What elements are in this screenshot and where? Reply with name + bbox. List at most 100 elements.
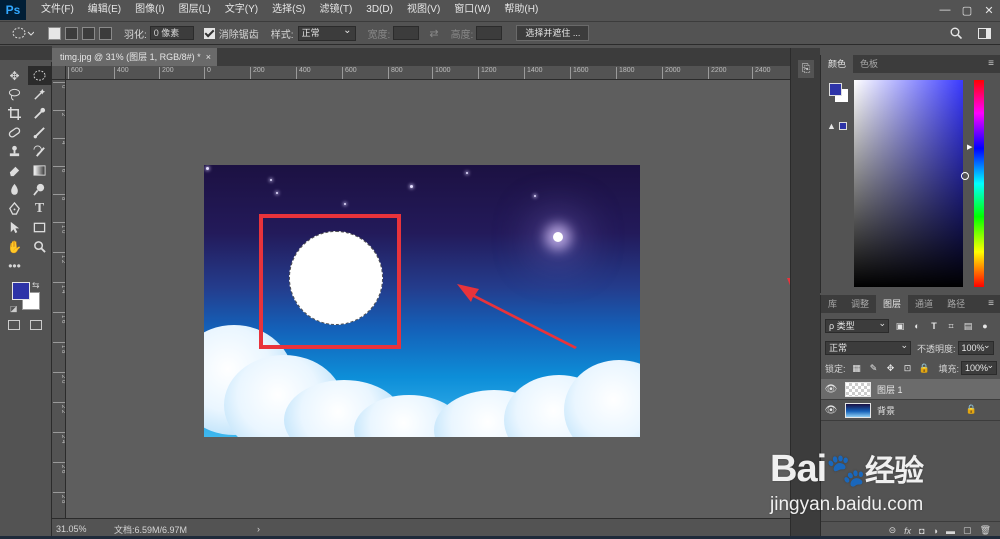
- lock-all-icon[interactable]: 🔒: [919, 362, 931, 374]
- swap-colors-icon[interactable]: ⇆: [32, 280, 40, 291]
- adjustment-layer-icon[interactable]: ◑: [933, 526, 938, 536]
- layer-thumbnail[interactable]: [845, 402, 871, 418]
- color-panel-foreground-swatch[interactable]: [829, 83, 842, 96]
- tab-libraries[interactable]: 库: [821, 295, 844, 313]
- width-input[interactable]: [393, 26, 420, 40]
- quick-mask-icon[interactable]: [8, 320, 20, 330]
- document-tab[interactable]: timg.jpg @ 31% (图层 1, RGB/8#) * ×: [52, 48, 217, 66]
- more-tools-icon[interactable]: •••: [3, 256, 26, 275]
- layer-row-layer1[interactable]: 👁 图层 1: [821, 379, 1000, 400]
- tab-channels[interactable]: 通道: [908, 295, 940, 313]
- add-mask-icon[interactable]: ◘: [919, 526, 924, 536]
- lock-image-icon[interactable]: ✎: [868, 362, 880, 374]
- menu-type[interactable]: 文字(Y): [218, 0, 265, 20]
- search-icon[interactable]: [948, 25, 964, 41]
- filter-type-icon[interactable]: T: [928, 320, 940, 332]
- history-brush-tool-icon[interactable]: [28, 142, 51, 161]
- antialias-checkbox[interactable]: [203, 27, 215, 39]
- tab-color[interactable]: 颜色: [821, 55, 854, 73]
- delete-layer-icon[interactable]: 🗑: [980, 525, 991, 536]
- menu-help[interactable]: 帮助(H): [497, 0, 545, 20]
- eraser-tool-icon[interactable]: [3, 161, 26, 180]
- elliptical-marquee-preset-icon[interactable]: [6, 24, 40, 42]
- lock-artboard-icon[interactable]: ⊡: [902, 362, 914, 374]
- horizontal-ruler[interactable]: 600 400 200 0 200 400 600 800 1000 1200 …: [66, 66, 790, 80]
- new-layer-icon[interactable]: ▢: [963, 525, 972, 536]
- gradient-tool-icon[interactable]: [28, 161, 51, 180]
- gamut-swatch[interactable]: [839, 122, 847, 130]
- ruler-origin[interactable]: [52, 66, 66, 80]
- menu-select[interactable]: 选择(S): [265, 0, 312, 20]
- tools-panel-grip[interactable]: [0, 46, 52, 60]
- color-picker-field[interactable]: [854, 80, 969, 287]
- filter-pixel-icon[interactable]: ▣: [894, 320, 906, 332]
- filter-adjustment-icon[interactable]: ◐: [911, 320, 923, 332]
- workspace-icon[interactable]: [976, 25, 992, 41]
- swap-dimensions-icon[interactable]: ⇄: [429, 27, 438, 40]
- filter-toggle-icon[interactable]: ●: [979, 320, 991, 332]
- eyedropper-tool-icon[interactable]: [28, 104, 51, 123]
- layer-kind-filter[interactable]: ρ 类型: [825, 317, 889, 333]
- layer-style-icon[interactable]: fx: [904, 526, 911, 536]
- maximize-button[interactable]: ▢: [956, 0, 978, 20]
- menu-view[interactable]: 视图(V): [400, 0, 447, 20]
- menu-3d[interactable]: 3D(D): [359, 0, 400, 20]
- fill-input[interactable]: 100%: [961, 359, 998, 375]
- opacity-input[interactable]: 100%: [957, 339, 994, 355]
- new-selection-icon[interactable]: [48, 26, 61, 40]
- menu-filter[interactable]: 滤镜(T): [313, 0, 360, 20]
- type-tool-icon[interactable]: T: [28, 199, 51, 218]
- vertical-ruler[interactable]: 0 2 4 6 8 1 0 1 2 1 4 1 6 1 8 2 0 2 2 2 …: [52, 80, 66, 518]
- layer-name[interactable]: 背景: [877, 404, 895, 417]
- color-picker-cursor[interactable]: [961, 172, 969, 180]
- brush-tool-icon[interactable]: [28, 123, 51, 142]
- menu-window[interactable]: 窗口(W): [447, 0, 497, 20]
- dodge-tool-icon[interactable]: [28, 180, 51, 199]
- add-selection-icon[interactable]: [65, 26, 78, 40]
- layer-name[interactable]: 图层 1: [877, 383, 903, 396]
- tab-paths[interactable]: 路径: [940, 295, 972, 313]
- out-of-gamut-warning-icon[interactable]: ▲: [827, 121, 836, 131]
- visibility-eye-icon[interactable]: 👁: [821, 405, 841, 416]
- link-layers-icon[interactable]: ⊝: [889, 525, 897, 536]
- menu-file[interactable]: 文件(F): [34, 0, 81, 20]
- layers-panel-menu-icon[interactable]: ≡: [988, 298, 994, 309]
- zoom-tool-icon[interactable]: [28, 237, 51, 256]
- new-group-icon[interactable]: ▬: [946, 526, 955, 536]
- foreground-color-swatch[interactable]: [12, 282, 30, 300]
- visibility-eye-icon[interactable]: 👁: [821, 384, 841, 395]
- feather-input[interactable]: 0 像素: [149, 26, 194, 40]
- move-tool-icon[interactable]: ✥: [3, 66, 26, 85]
- tab-layers[interactable]: 图层: [876, 295, 909, 313]
- minimize-button[interactable]: —: [934, 0, 956, 20]
- lock-transparent-icon[interactable]: ▦: [851, 362, 863, 374]
- history-panel-icon[interactable]: ⎘: [798, 60, 814, 78]
- elliptical-marquee-tool-icon[interactable]: [28, 66, 51, 85]
- color-panel-menu-icon[interactable]: ≡: [988, 58, 994, 69]
- menu-layer[interactable]: 图层(L): [172, 0, 218, 20]
- screen-mode-icon[interactable]: [30, 320, 42, 330]
- healing-brush-tool-icon[interactable]: [3, 123, 26, 142]
- intersect-selection-icon[interactable]: [99, 26, 112, 40]
- layer-thumbnail[interactable]: [845, 381, 871, 397]
- filter-smart-object-icon[interactable]: ▤: [962, 320, 974, 332]
- close-tab-icon[interactable]: ×: [206, 48, 211, 66]
- crop-tool-icon[interactable]: [3, 104, 26, 123]
- tab-adjustments[interactable]: 调整: [844, 295, 876, 313]
- tab-swatches[interactable]: 色板: [853, 55, 885, 73]
- blend-mode-select[interactable]: 正常: [825, 339, 911, 355]
- magic-wand-tool-icon[interactable]: [28, 85, 51, 104]
- hand-tool-icon[interactable]: ✋: [3, 237, 26, 256]
- menu-image[interactable]: 图像(I): [128, 0, 171, 20]
- blur-tool-icon[interactable]: [3, 180, 26, 199]
- hue-slider[interactable]: [974, 80, 984, 287]
- status-menu-chevron[interactable]: ›: [257, 524, 260, 534]
- filter-shape-icon[interactable]: ⌗: [945, 320, 957, 332]
- height-input[interactable]: [476, 26, 503, 40]
- pen-tool-icon[interactable]: [3, 199, 26, 218]
- default-colors-icon[interactable]: ◪: [10, 304, 18, 313]
- lasso-tool-icon[interactable]: [3, 85, 26, 104]
- style-select[interactable]: 正常: [297, 24, 356, 41]
- layer-row-background[interactable]: 👁 背景 🔒: [821, 400, 1000, 421]
- path-selection-tool-icon[interactable]: [3, 218, 26, 237]
